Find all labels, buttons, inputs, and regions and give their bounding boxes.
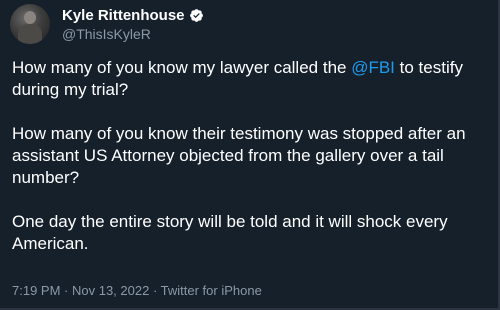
- tweet-header: Kyle Rittenhouse @ThisIsKyleR: [10, 0, 204, 48]
- tweet-time[interactable]: 7:19 PM: [12, 283, 60, 298]
- tweet-source[interactable]: Twitter for iPhone: [161, 283, 262, 298]
- tweet-date[interactable]: Nov 13, 2022: [72, 283, 149, 298]
- footer-separator: ·: [60, 283, 72, 298]
- tweet-footer: 7:19 PM · Nov 13, 2022 · Twitter for iPh…: [12, 283, 262, 298]
- tweet-paragraph-2: How many of you know their testimony was…: [12, 124, 466, 187]
- avatar-figure-body: [18, 24, 42, 44]
- tweet-paragraph-1: How many of you know my lawyer called th…: [12, 57, 490, 101]
- verified-badge-icon: [189, 8, 204, 23]
- display-name[interactable]: Kyle Rittenhouse: [62, 7, 185, 24]
- tweet-text: How many of you know my lawyer called th…: [12, 57, 490, 255]
- avatar[interactable]: [10, 4, 50, 44]
- user-meta: Kyle Rittenhouse @ThisIsKyleR: [62, 6, 204, 42]
- tweet-p1-before: How many of you know my lawyer called th…: [12, 58, 352, 77]
- footer-separator-2: ·: [149, 283, 161, 298]
- tweet-paragraph-3: One day the entire story will be told an…: [12, 212, 448, 253]
- mention-link-fbi[interactable]: @FBI: [351, 58, 395, 77]
- avatar-figure-head: [24, 11, 36, 24]
- tweet-card: Kyle Rittenhouse @ThisIsKyleR How many o…: [0, 0, 500, 310]
- name-row: Kyle Rittenhouse: [62, 6, 204, 25]
- user-handle[interactable]: @ThisIsKyleR: [62, 26, 204, 42]
